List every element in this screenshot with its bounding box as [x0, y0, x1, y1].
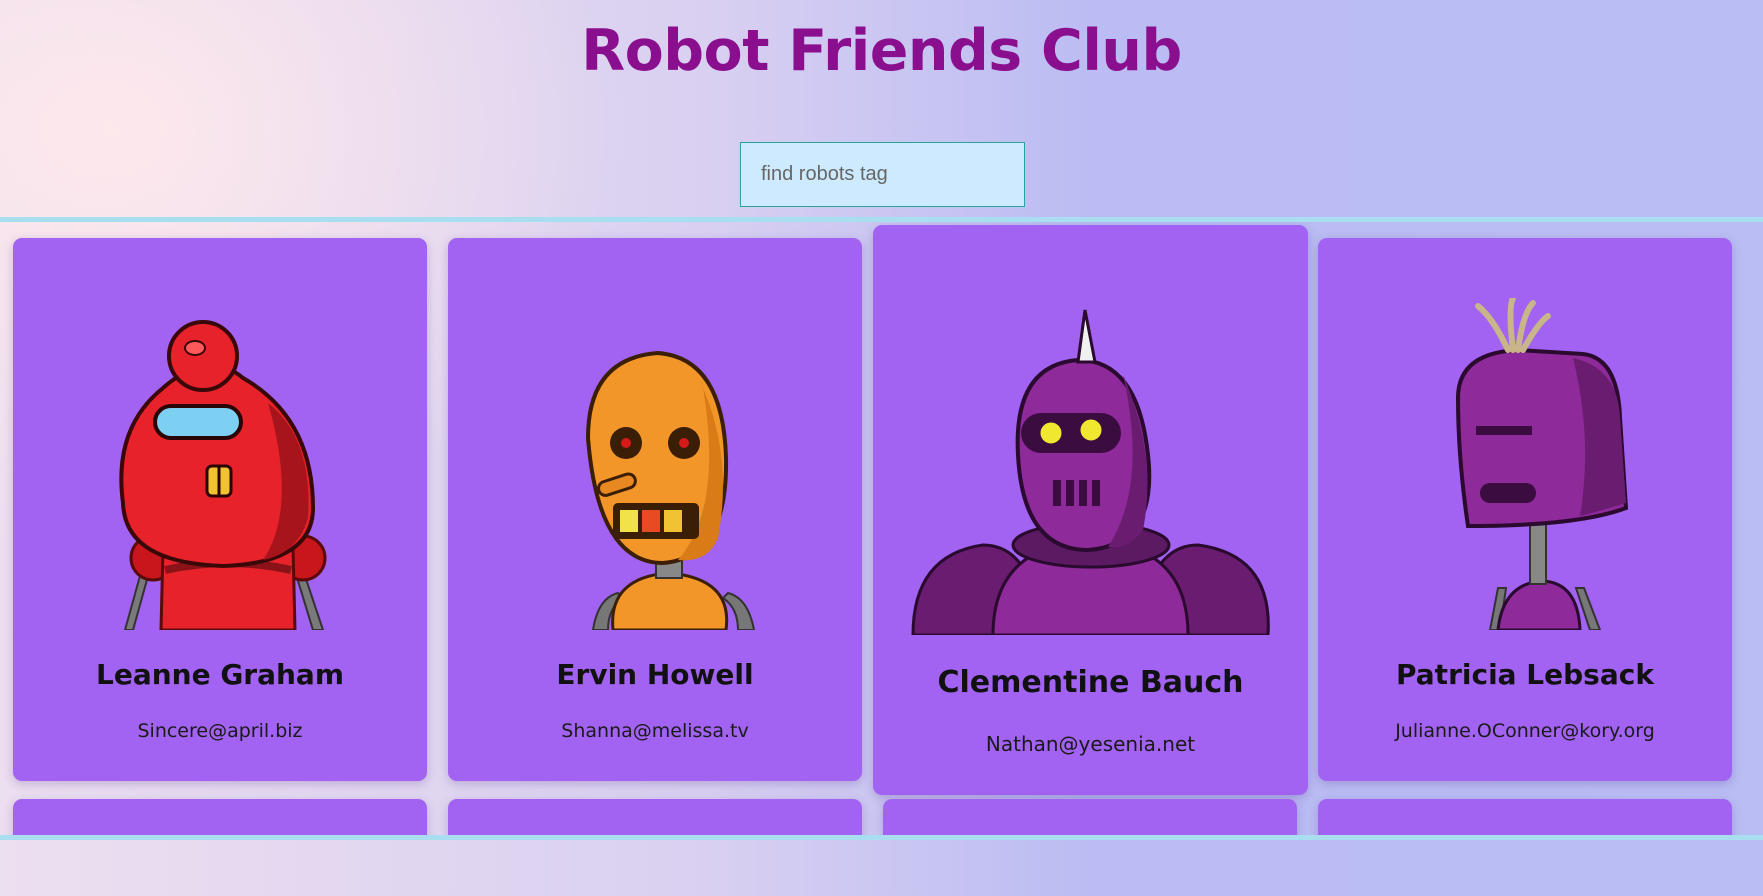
page-title: Robot Friends Club: [581, 18, 1182, 84]
robot-card[interactable]: [448, 799, 862, 835]
robot-card-list[interactable]: Leanne Graham Sincere@april.biz Ervin Ho…: [0, 217, 1763, 840]
robot-email: Julianne.OConner@kory.org: [1395, 720, 1655, 742]
robot-card[interactable]: [883, 799, 1297, 835]
robot-card[interactable]: Leanne Graham Sincere@april.biz: [13, 238, 427, 781]
robot-name: Leanne Graham: [95, 658, 345, 691]
purple-robot-icon: [911, 309, 1270, 635]
robot-email: Nathan@yesenia.net: [985, 732, 1196, 756]
robot-card[interactable]: [13, 799, 427, 835]
robot-email: Sincere@april.biz: [137, 720, 303, 742]
robot-name: Patricia Lebsack: [1396, 658, 1654, 691]
robot-name: Clementine Bauch: [937, 665, 1244, 700]
robot-card[interactable]: Clementine Bauch Nathan@yesenia.net: [873, 225, 1308, 795]
red-robot-icon: [119, 320, 327, 630]
robot-card[interactable]: Ervin Howell Shanna@melissa.tv: [448, 238, 862, 781]
robot-name: Ervin Howell: [556, 658, 754, 691]
search-input[interactable]: [740, 142, 1025, 207]
robot-card[interactable]: Patricia Lebsack Julianne.OConner@kory.o…: [1318, 238, 1732, 781]
orange-robot-icon: [585, 350, 756, 630]
robot-email: Shanna@melissa.tv: [561, 720, 749, 742]
helmet-robot-icon: [1455, 298, 1629, 630]
robot-card[interactable]: [1318, 799, 1732, 835]
